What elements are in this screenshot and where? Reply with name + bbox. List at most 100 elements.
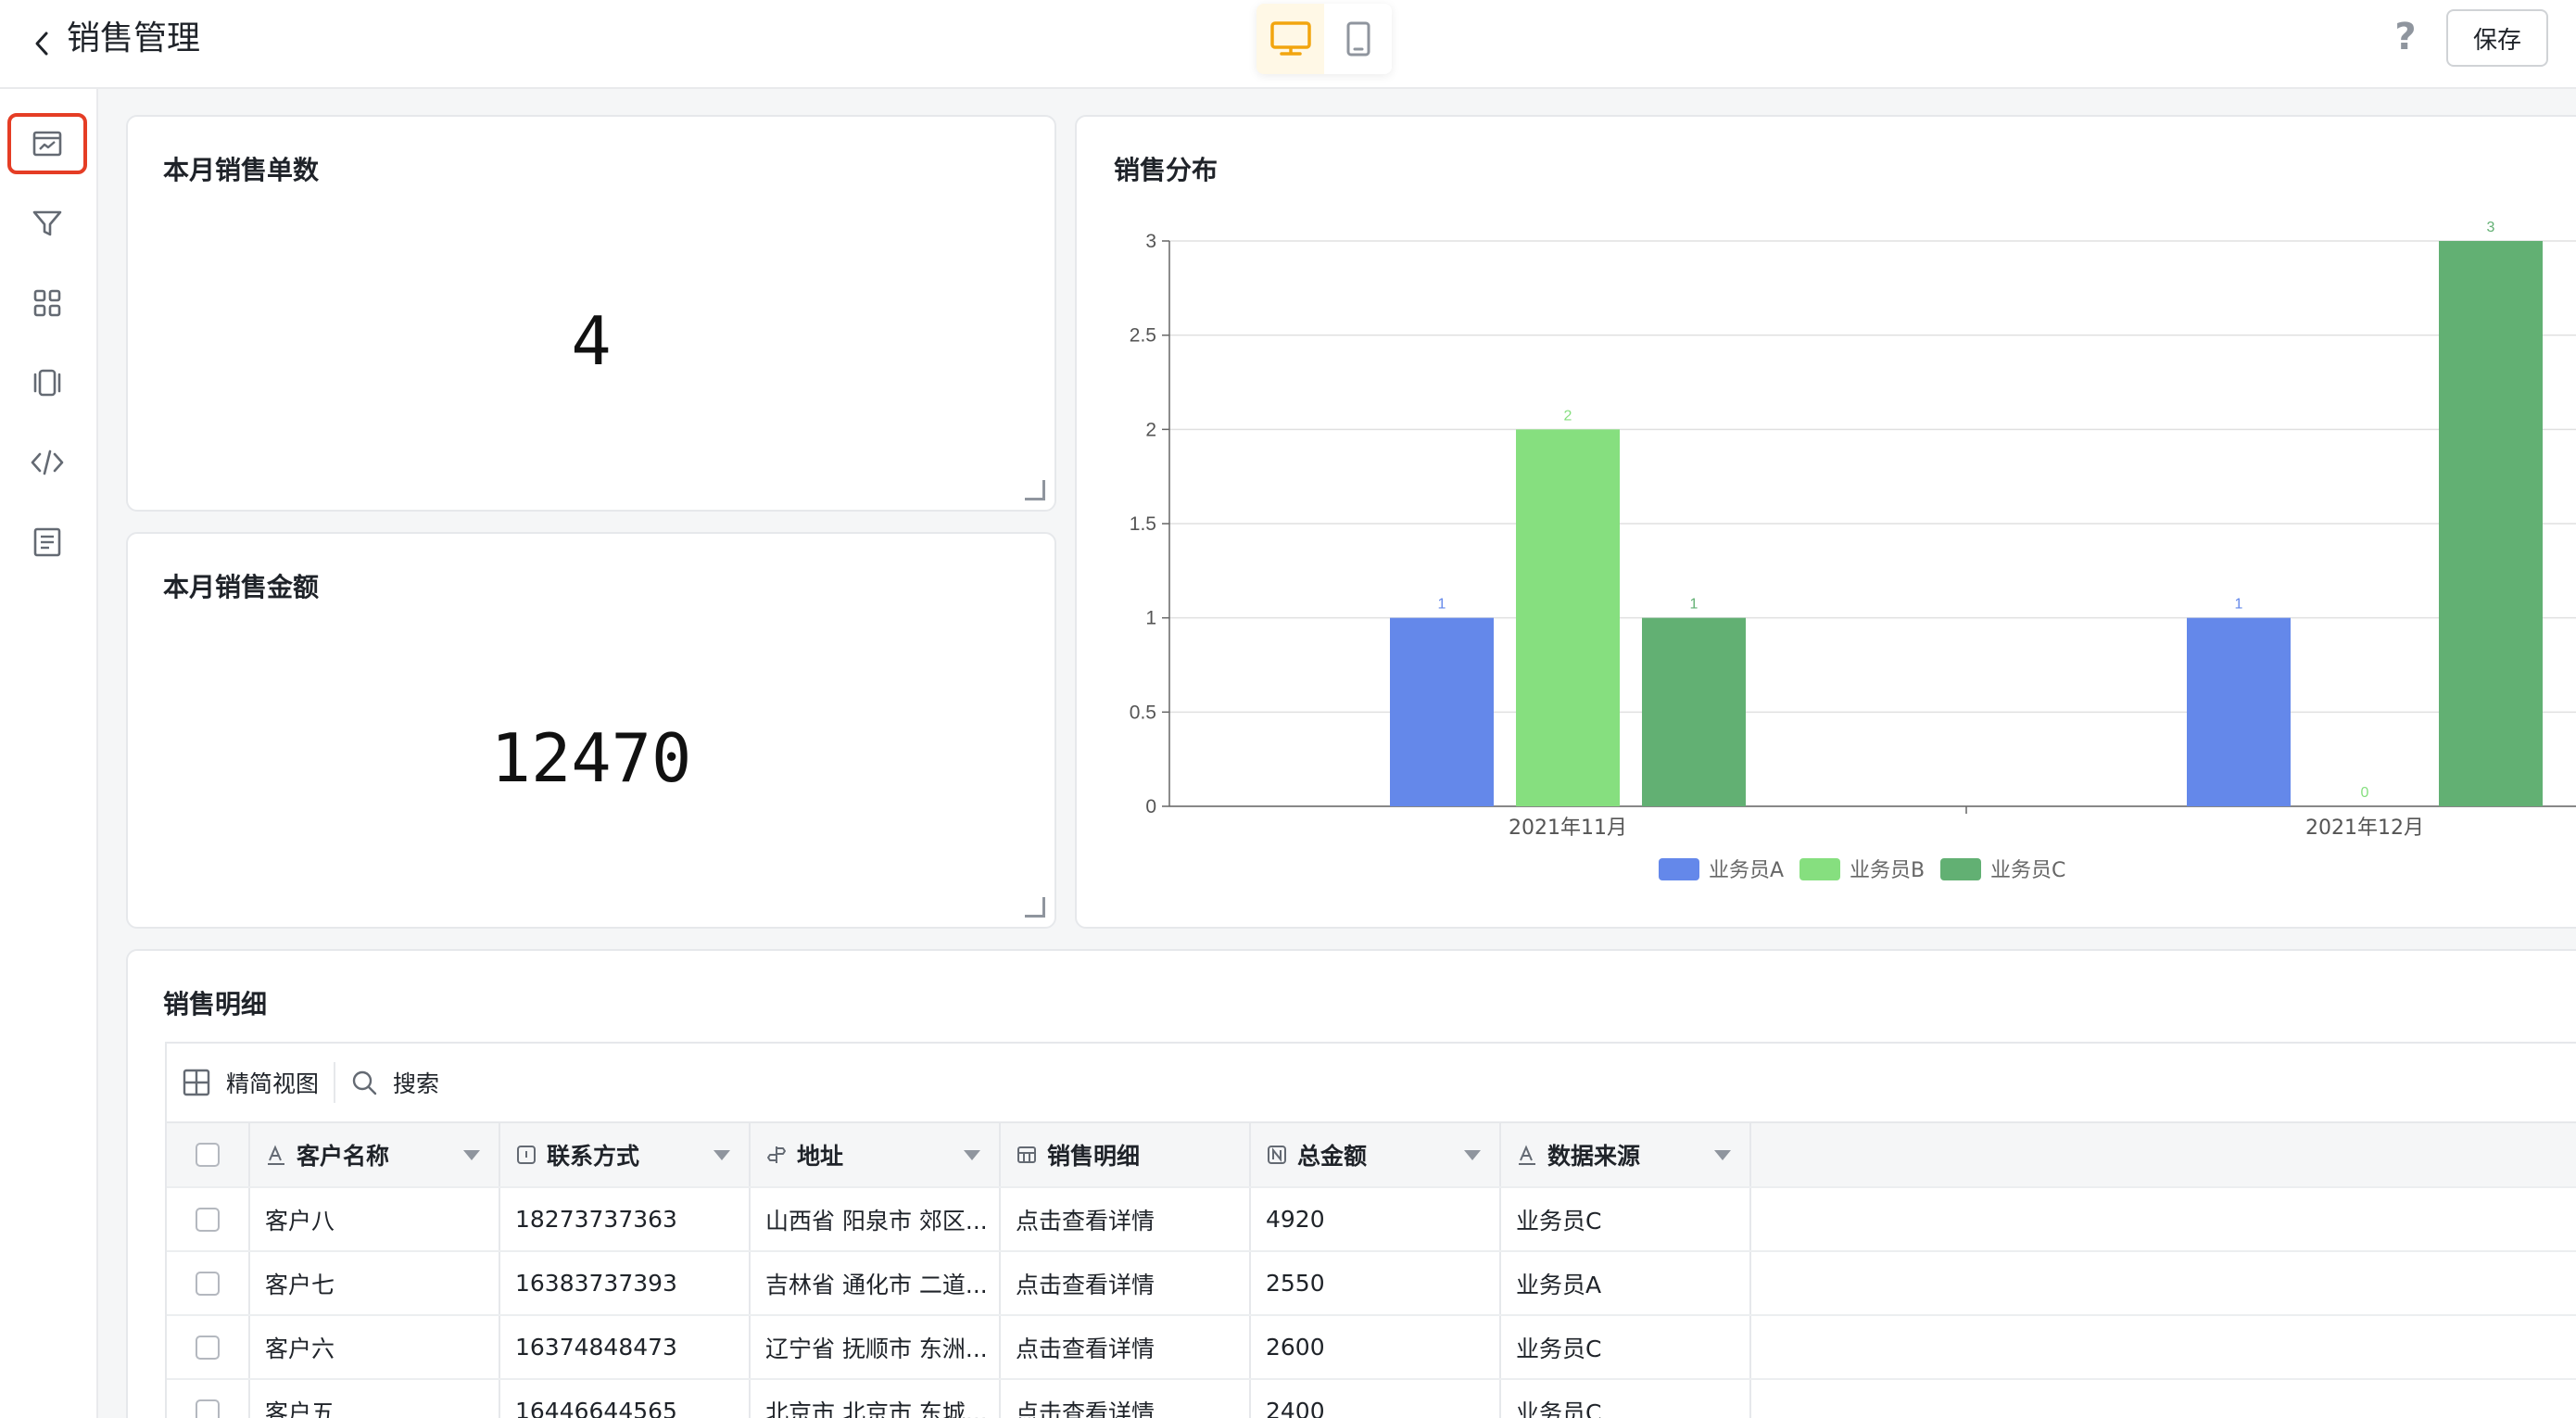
cell-sales-detail-link[interactable]: 点击查看详情 — [1001, 1380, 1251, 1418]
column-dropdown-icon[interactable] — [964, 1149, 980, 1160]
x-tick-label: 2021年12月 — [2305, 817, 2424, 840]
chart-panel-icon — [32, 131, 62, 157]
legend-swatch — [1940, 858, 1981, 880]
data-label: 1 — [1438, 597, 1446, 613]
table-toolbar: 精简视图 搜索 — [165, 1042, 2576, 1121]
metric-card-monthly-amount[interactable]: 本月销售金额 12470 — [126, 532, 1056, 929]
cell-sales-detail-link[interactable]: 点击查看详情 — [1001, 1252, 1251, 1314]
bar-业务员A — [1390, 617, 1494, 806]
table-row[interactable]: 客户八 18273737363 山西省 阳泉市 郊区... 点击查看详情 492… — [167, 1188, 2576, 1252]
desktop-icon — [1269, 21, 1311, 56]
row-checkbox-cell — [167, 1380, 250, 1418]
column-dropdown-icon[interactable] — [463, 1149, 480, 1160]
cell-address[interactable]: 山西省 阳泉市 郊区... — [751, 1188, 1001, 1250]
row-checkbox[interactable] — [196, 1335, 220, 1360]
cell-total-amount[interactable]: 4920 — [1251, 1188, 1501, 1250]
filter-icon — [32, 210, 62, 236]
chevron-left-icon — [35, 32, 48, 56]
cell-customer-name[interactable]: 客户七 — [250, 1252, 500, 1314]
row-filler — [1751, 1380, 2576, 1418]
row-checkbox[interactable] — [196, 1399, 220, 1418]
sidebar-item-components[interactable] — [7, 272, 87, 334]
table-row[interactable]: 客户六 16374848473 辽宁省 抚顺市 东洲... 点击查看详情 260… — [167, 1316, 2576, 1380]
document-icon — [33, 527, 61, 557]
cell-customer-name[interactable]: 客户五 — [250, 1380, 500, 1418]
back-button[interactable] — [19, 20, 65, 67]
select-all-checkbox[interactable] — [196, 1143, 220, 1167]
cell-address[interactable]: 辽宁省 抚顺市 东洲... — [751, 1316, 1001, 1378]
legend-swatch — [1659, 858, 1699, 880]
row-checkbox[interactable] — [196, 1271, 220, 1296]
sidebar-item-document[interactable] — [7, 512, 87, 573]
row-checkbox-cell — [167, 1316, 250, 1378]
cell-customer-name[interactable]: 客户六 — [250, 1316, 500, 1378]
top-header: 销售管理 ? 保存 — [0, 0, 2576, 89]
column-dropdown-icon[interactable] — [713, 1149, 730, 1160]
grid-view-icon — [183, 1069, 210, 1096]
cell-total-amount[interactable]: 2550 — [1251, 1252, 1501, 1314]
cell-data-source[interactable]: 业务员C — [1501, 1188, 1751, 1250]
desktop-view-button[interactable] — [1256, 4, 1324, 74]
y-tick-label: 1 — [1145, 608, 1156, 629]
legend-swatch — [1799, 858, 1840, 880]
sidebar-item-chart[interactable] — [7, 113, 87, 174]
cell-data-source[interactable]: 业务员A — [1501, 1252, 1751, 1314]
metric-value: 4 — [571, 302, 612, 380]
chart-card-sales-distribution[interactable]: 销售分布 0 0.5 1 1.5 2 2.5 3 2021年11月 1 2 1 2021年12月 1 0 3… — [1075, 115, 2576, 929]
search-icon — [352, 1070, 377, 1095]
sidebar-item-filter[interactable] — [7, 193, 87, 254]
carousel-icon — [33, 369, 61, 397]
header-filler — [1751, 1123, 2576, 1186]
metric-card-monthly-count[interactable]: 本月销售单数 4 — [126, 115, 1056, 512]
column-header-contact[interactable]: 联系方式 — [500, 1123, 751, 1186]
row-checkbox-cell — [167, 1252, 250, 1314]
cell-contact[interactable]: 16383737393 — [500, 1252, 751, 1314]
cell-data-source[interactable]: 业务员C — [1501, 1316, 1751, 1378]
column-header-customer-name[interactable]: 客户名称 — [250, 1123, 500, 1186]
cell-contact[interactable]: 16446644565 — [500, 1380, 751, 1418]
cell-address[interactable]: 北京市 北京市 东城... — [751, 1380, 1001, 1418]
cell-customer-name[interactable]: 客户八 — [250, 1188, 500, 1250]
location-type-icon — [765, 1144, 788, 1166]
cell-contact[interactable]: 18273737363 — [500, 1188, 751, 1250]
grid-icon — [33, 289, 61, 317]
cell-contact[interactable]: 16374848473 — [500, 1316, 751, 1378]
column-dropdown-icon[interactable] — [1464, 1149, 1481, 1160]
cell-sales-detail-link[interactable]: 点击查看详情 — [1001, 1188, 1251, 1250]
help-icon[interactable]: ? — [2389, 15, 2422, 59]
data-label: 1 — [2235, 597, 2243, 613]
row-checkbox-cell — [167, 1188, 250, 1250]
column-header-data-source[interactable]: 数据来源 — [1501, 1123, 1751, 1186]
table-row[interactable]: 客户七 16383737393 吉林省 通化市 二道... 点击查看详情 255… — [167, 1252, 2576, 1316]
cell-sales-detail-link[interactable]: 点击查看详情 — [1001, 1316, 1251, 1378]
y-tick-label: 0 — [1145, 796, 1156, 817]
row-checkbox[interactable] — [196, 1207, 220, 1232]
view-label: 精简视图 — [226, 1070, 320, 1097]
resize-handle[interactable] — [1025, 897, 1045, 918]
code-icon — [31, 449, 64, 475]
data-label: 1 — [1690, 597, 1698, 613]
sidebar-item-code[interactable] — [7, 432, 87, 493]
table-header-row: 客户名称 联系方式 地址 销售明细 总金额 数据来源 — [167, 1123, 2576, 1188]
data-label: 3 — [2487, 220, 2495, 235]
column-dropdown-icon[interactable] — [1714, 1149, 1731, 1160]
column-header-total-amount[interactable]: 总金额 — [1251, 1123, 1501, 1186]
sidebar-item-layout[interactable] — [7, 352, 87, 413]
cell-total-amount[interactable]: 2400 — [1251, 1380, 1501, 1418]
tablet-icon — [1346, 21, 1370, 57]
column-label: 地址 — [797, 1143, 844, 1170]
cell-address[interactable]: 吉林省 通化市 二道... — [751, 1252, 1001, 1314]
search-button[interactable]: 搜索 — [335, 1043, 454, 1122]
save-button[interactable]: 保存 — [2446, 9, 2548, 67]
y-tick-label: 0.5 — [1130, 702, 1156, 723]
cell-data-source[interactable]: 业务员C — [1501, 1380, 1751, 1418]
column-header-sales-detail[interactable]: 销售明细 — [1001, 1123, 1251, 1186]
column-header-address[interactable]: 地址 — [751, 1123, 1001, 1186]
cell-total-amount[interactable]: 2600 — [1251, 1316, 1501, 1378]
page-title: 销售管理 — [67, 19, 201, 57]
table-row[interactable]: 客户五 16446644565 北京市 北京市 东城... 点击查看详情 240… — [167, 1380, 2576, 1418]
mobile-view-button[interactable] — [1324, 4, 1392, 74]
table-type-icon — [1016, 1144, 1038, 1166]
view-switch-button[interactable]: 精简视图 — [167, 1043, 334, 1122]
resize-handle[interactable] — [1025, 480, 1045, 500]
